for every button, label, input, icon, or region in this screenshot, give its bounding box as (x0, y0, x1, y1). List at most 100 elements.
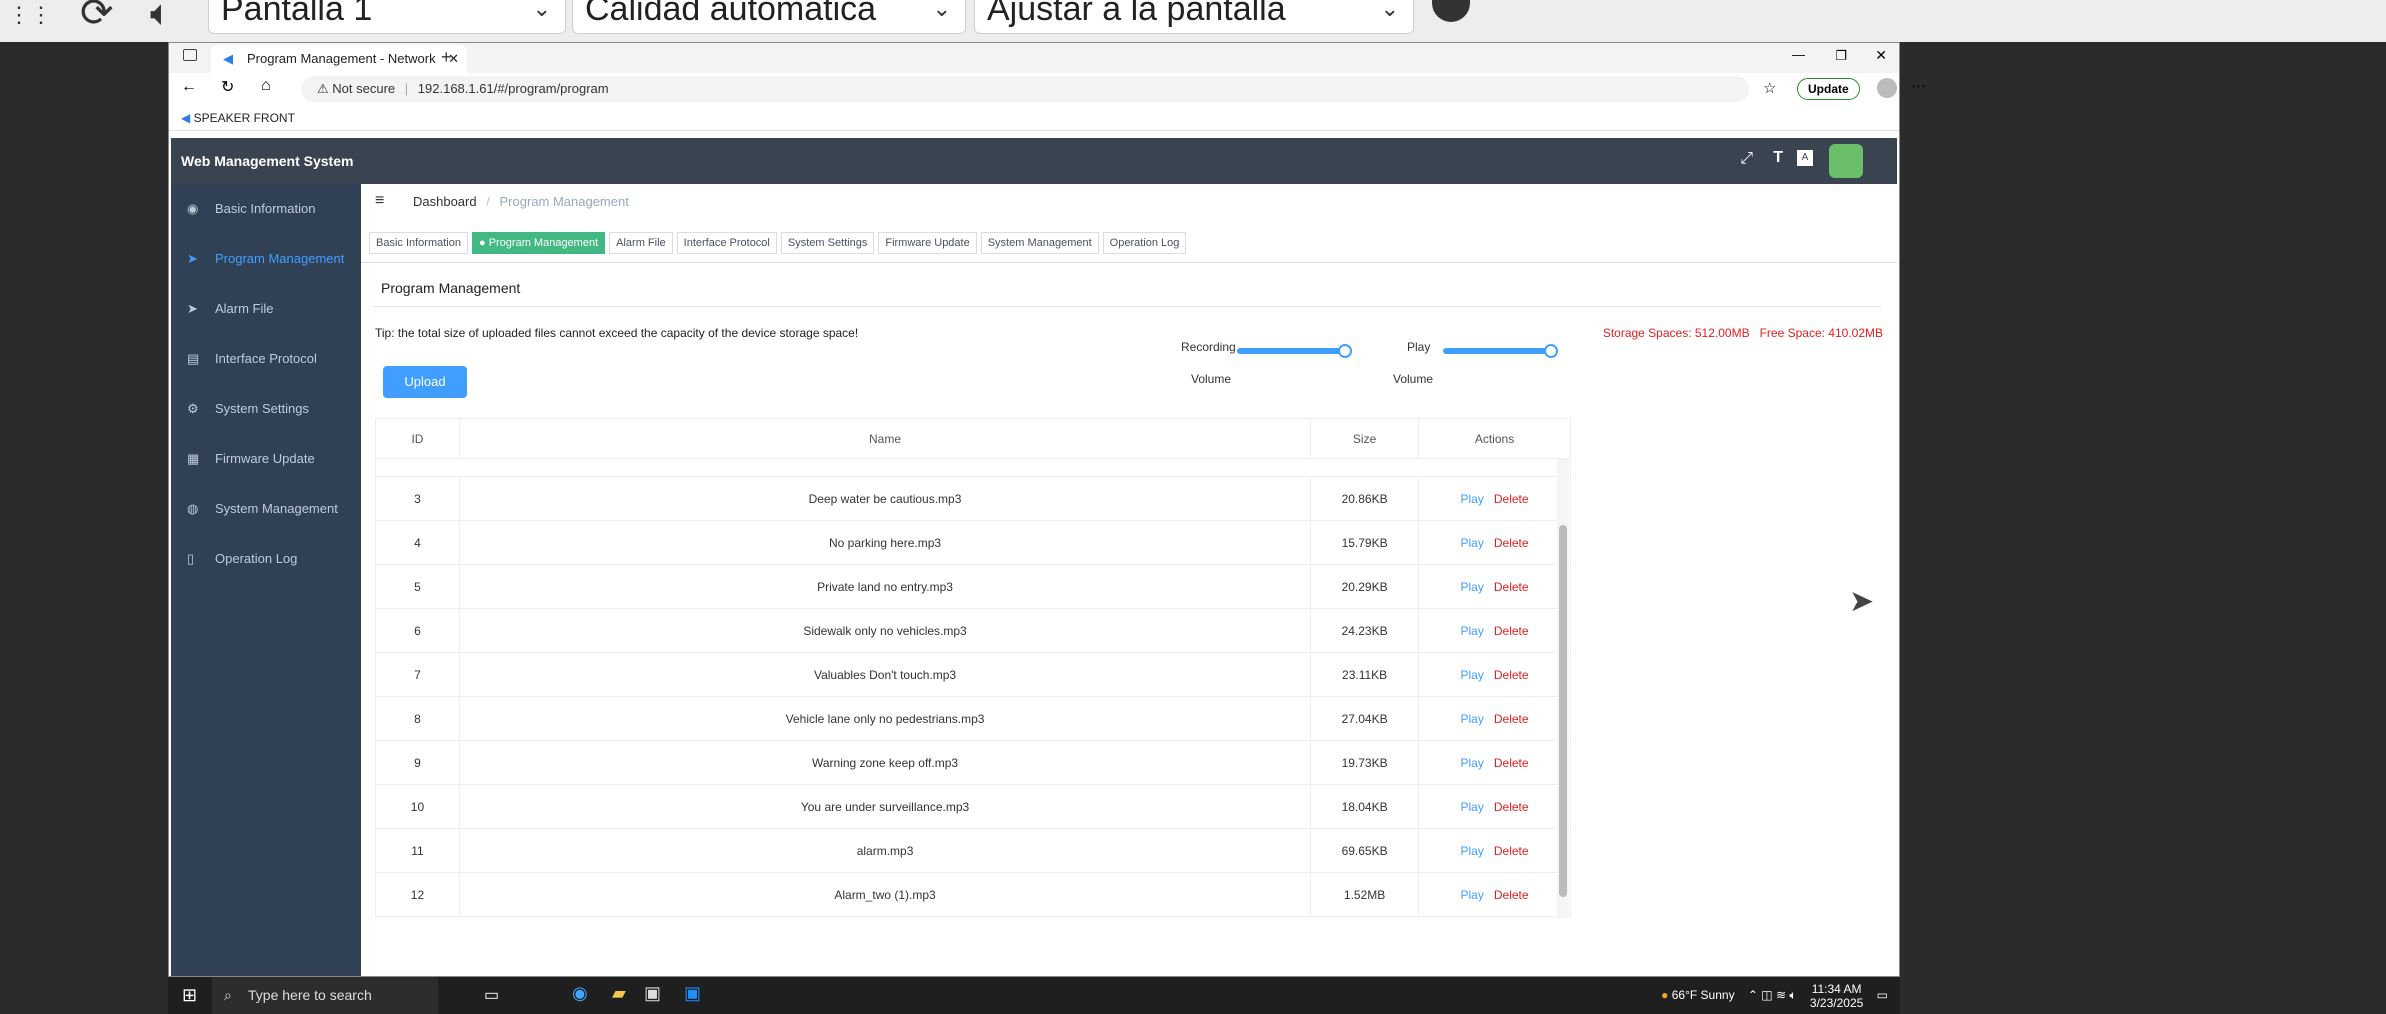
task-view-icon[interactable]: ▭ (484, 985, 499, 1005)
restore-icon[interactable]: ❐ (1835, 48, 1847, 64)
recording-label: Recording (1181, 340, 1236, 354)
tab-operation-log[interactable]: Operation Log (1102, 232, 1187, 254)
system-tray: ● 66°F Sunny ⌃ ◫ ≋ 🔈︎ 11:34 AM 3/23/2025 … (1661, 977, 1888, 1014)
delete-button[interactable]: Delete (1494, 668, 1529, 682)
toolbar-icon[interactable]: ⟳ (80, 0, 114, 36)
browser-window: ◀︎ Program Management - Network ✕ + — ❐ … (168, 42, 1926, 977)
upload-button[interactable]: Upload (383, 366, 467, 398)
profile-icon[interactable] (1877, 78, 1897, 98)
recording-volume-slider[interactable] (1237, 348, 1345, 354)
play-button[interactable]: Play (1461, 888, 1484, 902)
play-button[interactable]: Play (1461, 536, 1484, 550)
tab-actions-icon[interactable] (183, 49, 197, 61)
tab-alarm-file[interactable]: Alarm File (609, 232, 673, 254)
table-scrollbar[interactable] (1557, 459, 1569, 918)
back-icon[interactable]: ← (181, 78, 197, 96)
menu-dots-icon[interactable]: ⋮⋮ (8, 2, 52, 28)
sidebar-item-program-management[interactable]: ➤ Program Management (171, 234, 361, 284)
cell-actions: Play Delete (1418, 872, 1571, 917)
info-icon[interactable] (1432, 0, 1470, 22)
hamburger-icon[interactable]: ≡ (375, 192, 384, 210)
sidebar: ◉ Basic Information ➤ Program Management ➤… (171, 184, 361, 976)
outlook-icon[interactable]: ▣ (684, 983, 701, 1004)
display-select[interactable]: Pantalla 1 ⌄ (208, 0, 566, 34)
delete-button[interactable]: Delete (1494, 756, 1529, 770)
table-row: 7 Valuables Don't touch.mp3 23.11KB Play Del… (375, 652, 1571, 697)
windows-start-icon[interactable]: ⊞ (182, 985, 197, 1006)
taskbar-search[interactable]: ⌕ Type here to search (212, 977, 438, 1014)
delete-button[interactable]: Delete (1494, 800, 1529, 814)
play-button[interactable]: Play (1461, 668, 1484, 682)
play-volume-slider[interactable] (1443, 348, 1551, 354)
delete-button[interactable]: Delete (1494, 580, 1529, 594)
play-button[interactable]: Play (1461, 580, 1484, 594)
sidebar-item-firmware-update[interactable]: ▦ Firmware Update (171, 434, 361, 484)
delete-button[interactable]: Delete (1494, 712, 1529, 726)
favorites-bar: ◀︎ SPEAKER FRONT (169, 105, 1899, 131)
clock[interactable]: 11:34 AM 3/23/2025 (1810, 982, 1863, 1010)
sidebar-item-operation-log[interactable]: ▯ Operation Log (171, 534, 361, 584)
breadcrumb-dashboard[interactable]: Dashboard (413, 194, 477, 209)
sidebar-item-system-settings[interactable]: ⚙ System Settings (171, 384, 361, 434)
tray-icons[interactable]: ⌃ ◫ ≋ 🔈︎ (1748, 988, 1797, 1002)
tab-firmware-update[interactable]: Firmware Update (878, 232, 977, 254)
cell-size: 24.23KB (1310, 608, 1420, 653)
weather-text[interactable]: 66°F Sunny (1672, 988, 1735, 1002)
quality-select[interactable]: Calidad automática ⌄ (572, 0, 966, 34)
avatar[interactable] (1829, 144, 1863, 178)
scrollbar-thumb[interactable] (1559, 525, 1567, 897)
cell-size: 20.29KB (1310, 564, 1420, 609)
close-window-icon[interactable]: ✕ (1875, 47, 1887, 64)
font-size-icon[interactable]: T (1773, 149, 1783, 167)
address-bar[interactable]: ⚠ Not secure | 192.168.1.61/#/program/pr… (301, 76, 1749, 102)
update-button[interactable]: Update (1797, 78, 1860, 100)
play-button[interactable]: Play (1461, 844, 1484, 858)
play-button[interactable]: Play (1461, 756, 1484, 770)
sidebar-item-alarm-file[interactable]: ➤ Alarm File (171, 284, 361, 334)
more-icon[interactable]: ⋯ (1911, 77, 1926, 95)
play-volume-handle[interactable] (1544, 344, 1558, 358)
table-row: 3 Deep water be cautious.mp3 20.86KB Play De… (375, 476, 1571, 521)
favorites-icon[interactable]: ☆ (1763, 79, 1776, 97)
sound-icon[interactable]: 🔈︎ (150, 0, 172, 35)
play-button[interactable]: Play (1461, 492, 1484, 506)
sidebar-item-system-management[interactable]: ◍ System Management (171, 484, 361, 534)
tab-program-management[interactable]: ● Program Management (471, 232, 606, 254)
delete-button[interactable]: Delete (1494, 888, 1529, 902)
cell-id: 6 (375, 608, 460, 653)
tab-interface-protocol[interactable]: Interface Protocol (676, 232, 777, 254)
edge-icon[interactable]: ◉ (572, 983, 588, 1004)
cell-actions: Play Delete (1418, 696, 1571, 741)
delete-button[interactable]: Delete (1494, 536, 1529, 550)
language-icon[interactable]: A (1797, 150, 1813, 166)
cell-id: 11 (375, 828, 460, 873)
bookmark-speaker-front[interactable]: SPEAKER FRONT (194, 111, 295, 125)
play-button[interactable]: Play (1461, 800, 1484, 814)
fullscreen-icon[interactable]: ⤢ (1740, 150, 1753, 168)
tab-basic-information[interactable]: Basic Information (369, 232, 468, 254)
cell-actions: Play Delete (1418, 520, 1571, 565)
store-icon[interactable]: ▣ (644, 983, 661, 1004)
delete-button[interactable]: Delete (1494, 844, 1529, 858)
explorer-icon[interactable]: ▰ (612, 983, 626, 1004)
delete-button[interactable]: Delete (1494, 624, 1529, 638)
notification-icon[interactable]: ▭ (1877, 988, 1888, 1002)
refresh-icon[interactable]: ↻ (221, 77, 234, 97)
play-button[interactable]: Play (1461, 712, 1484, 726)
new-tab-icon[interactable]: + (441, 47, 452, 68)
minimize-icon[interactable]: — (1792, 47, 1805, 62)
column-header-size: Size (1310, 418, 1420, 459)
cell-size: 1.52MB (1310, 872, 1420, 917)
delete-button[interactable]: Delete (1494, 492, 1529, 506)
recording-volume-handle[interactable] (1338, 344, 1352, 358)
sidebar-item-interface-protocol[interactable]: ▤ Interface Protocol (171, 334, 361, 384)
storage-tip: Tip: the total size of uploaded files ca… (375, 326, 859, 340)
home-icon[interactable]: ⌂ (261, 77, 271, 95)
sidebar-item-basic-information[interactable]: ◉ Basic Information (171, 184, 361, 234)
browser-tab[interactable]: ◀︎ Program Management - Network ✕ (211, 45, 467, 73)
scale-select[interactable]: Ajustar a la pantalla ⌄ (974, 0, 1414, 34)
tab-system-settings[interactable]: System Settings (780, 232, 875, 254)
play-button[interactable]: Play (1461, 624, 1484, 638)
tab-system-management[interactable]: System Management (980, 232, 1099, 254)
cell-name: Warning zone keep off.mp3 (458, 740, 1312, 785)
